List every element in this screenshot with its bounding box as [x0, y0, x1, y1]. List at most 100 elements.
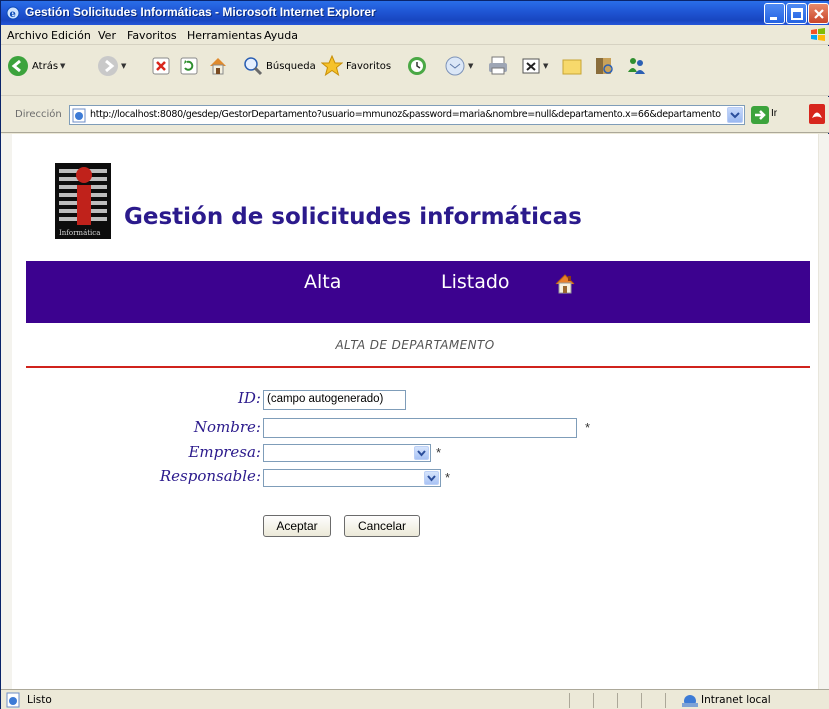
cancel-button[interactable]: Cancelar — [344, 515, 420, 537]
go-arrow-icon[interactable] — [751, 106, 769, 124]
title-bar: e Gestión Solicitudes Informáticas - Mic… — [1, 1, 829, 25]
toolbar: Atrás ▼ ▼ Búsqueda Favoritos ▼ ▼ — [1, 46, 829, 96]
research-icon — [596, 58, 613, 74]
browser-window: e Gestión Solicitudes Informáticas - Mic… — [0, 0, 829, 709]
id-field[interactable]: (campo autogenerado) — [263, 390, 406, 410]
status-divider — [593, 693, 594, 708]
home-icon[interactable] — [554, 273, 576, 295]
minimize-button[interactable] — [764, 3, 785, 24]
menu-edicion[interactable]: Edición — [51, 29, 91, 42]
vertical-scrollbar[interactable] — [818, 134, 829, 689]
search-button[interactable]: Búsqueda — [243, 54, 316, 78]
chevron-down-icon — [730, 112, 740, 119]
forward-button[interactable]: ▼ — [97, 54, 126, 78]
discuss-button[interactable] — [561, 54, 583, 78]
menu-ayuda[interactable]: Ayuda — [264, 29, 298, 42]
history-icon — [408, 57, 426, 75]
address-input[interactable]: http://localhost:8080/gesdep/GestorDepar… — [69, 105, 745, 125]
status-divider — [665, 693, 666, 708]
window-title: Gestión Solicitudes Informáticas - Micro… — [25, 5, 376, 19]
nombre-required-mark: * — [585, 420, 591, 435]
menu-herramientas[interactable]: Herramientas — [187, 29, 262, 42]
empresa-select[interactable] — [263, 444, 431, 462]
section-divider — [26, 366, 810, 368]
responsable-label: Responsable: — [159, 467, 261, 485]
address-dropdown-button[interactable] — [727, 107, 743, 123]
nav-listado-link[interactable]: Listado — [441, 271, 510, 293]
acrobat-icon[interactable] — [807, 103, 827, 125]
history-button[interactable] — [406, 54, 428, 78]
accept-button[interactable]: Aceptar — [263, 515, 331, 537]
empresa-required-mark: * — [436, 445, 442, 460]
nombre-field[interactable] — [263, 418, 577, 438]
informatica-logo: Informática — [55, 163, 111, 239]
address-label: Dirección — [15, 109, 62, 120]
svg-text:e: e — [10, 9, 16, 20]
print-button[interactable] — [487, 54, 509, 78]
search-label: Búsqueda — [266, 60, 316, 72]
page-content: Informática Gestión de solicitudes infor… — [12, 134, 818, 689]
responsable-required-mark: * — [445, 470, 451, 485]
back-label: Atrás — [32, 60, 59, 72]
star-icon — [321, 55, 343, 77]
mail-button[interactable]: ▼ — [444, 54, 473, 78]
nombre-label: Nombre: — [193, 418, 261, 436]
menu-favoritos[interactable]: Favoritos — [127, 29, 177, 42]
home-button[interactable] — [207, 54, 229, 78]
menu-bar: Archivo Edición Ver Favoritos Herramient… — [1, 25, 829, 45]
forward-arrow-icon — [98, 56, 118, 76]
status-bar: Listo Intranet local — [1, 689, 829, 709]
status-divider — [569, 693, 570, 708]
edit-button[interactable]: ▼ — [521, 54, 548, 78]
chevron-down-icon: ▼ — [60, 62, 66, 70]
chevron-down-icon — [417, 450, 426, 457]
address-url: http://localhost:8080/gesdep/GestorDepar… — [90, 109, 721, 120]
ie-icon: e — [6, 6, 20, 20]
research-button[interactable] — [593, 54, 615, 78]
favorites-button[interactable]: Favoritos — [321, 54, 391, 78]
address-bar: Dirección http://localhost:8080/gesdep/G… — [1, 97, 829, 133]
maximize-button[interactable] — [786, 3, 807, 24]
status-divider — [641, 693, 642, 708]
back-arrow-icon — [8, 56, 28, 76]
status-text: Listo — [27, 694, 52, 706]
windows-logo-icon — [811, 28, 825, 41]
messenger-button[interactable] — [625, 54, 647, 78]
logo-text: Informática — [59, 229, 100, 237]
app-title: Gestión de solicitudes informáticas — [124, 204, 582, 230]
zone-text: Intranet local — [701, 694, 771, 706]
search-icon — [244, 57, 263, 76]
stop-button[interactable] — [151, 54, 171, 78]
empresa-dropdown-button[interactable] — [414, 446, 429, 460]
maximize-icon — [791, 8, 803, 20]
responsable-dropdown-button[interactable] — [424, 471, 439, 485]
favorites-label: Favoritos — [346, 60, 392, 72]
left-frame-edge — [1, 134, 12, 689]
messenger-icon — [628, 58, 645, 74]
page-done-icon — [6, 692, 20, 708]
print-icon — [489, 56, 507, 75]
page-icon — [72, 108, 86, 123]
menu-ver[interactable]: Ver — [98, 29, 116, 42]
back-button[interactable]: Atrás ▼ — [7, 54, 65, 78]
refresh-button[interactable] — [179, 54, 199, 78]
edit-icon — [522, 58, 540, 74]
status-divider — [617, 693, 618, 708]
refresh-icon — [180, 57, 198, 75]
empresa-label: Empresa: — [188, 443, 261, 461]
stop-icon — [152, 57, 170, 75]
home-icon — [210, 58, 226, 75]
close-button[interactable] — [808, 3, 829, 24]
go-label[interactable]: Ir — [771, 108, 777, 119]
nav-alta-link[interactable]: Alta — [304, 271, 341, 293]
section-title: ALTA DE DEPARTAMENTO — [335, 338, 495, 352]
minimize-icon — [770, 17, 777, 20]
chevron-down-icon: ▼ — [543, 62, 549, 70]
intranet-icon — [682, 695, 698, 707]
id-label: ID: — [237, 389, 261, 407]
menu-archivo[interactable]: Archivo — [7, 29, 48, 42]
nav-band: Alta Listado — [26, 261, 810, 323]
responsable-select[interactable] — [263, 469, 441, 487]
folder-icon — [562, 59, 582, 75]
chevron-down-icon: ▼ — [468, 62, 474, 70]
